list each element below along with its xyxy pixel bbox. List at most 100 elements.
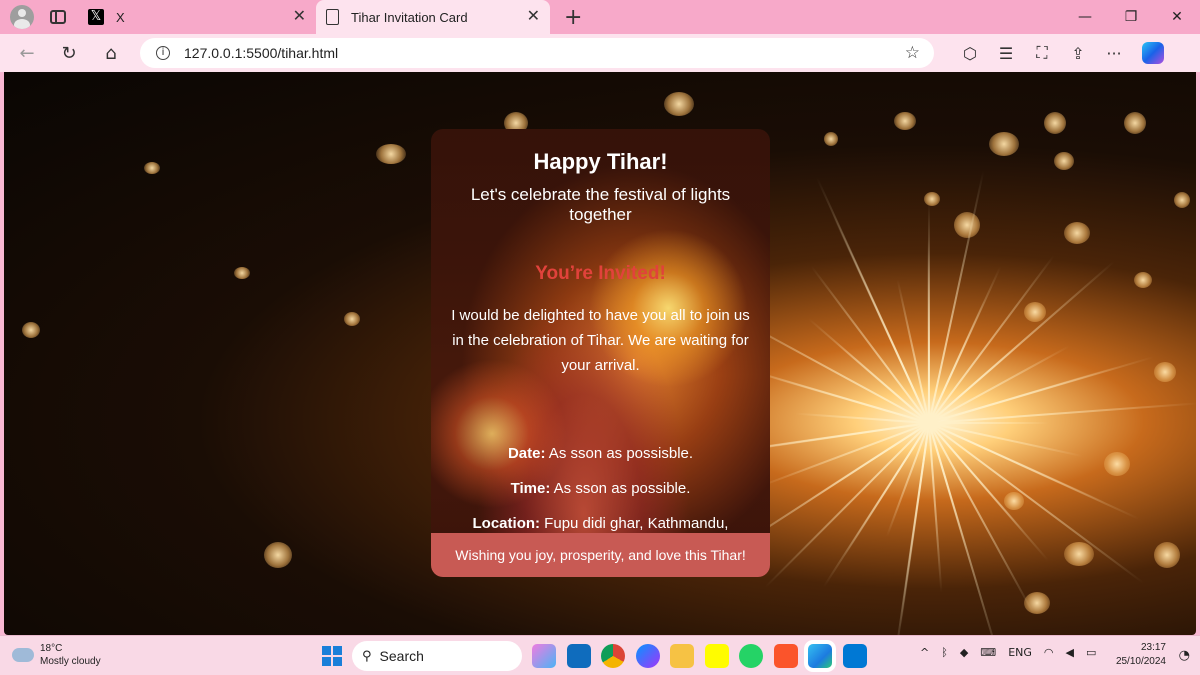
bokeh-light xyxy=(1134,272,1152,288)
brave-icon[interactable] xyxy=(773,644,798,668)
outlook-icon[interactable] xyxy=(566,644,591,668)
profile-avatar-icon[interactable] xyxy=(10,5,34,29)
whatsapp-icon[interactable] xyxy=(739,644,763,668)
restore-icon[interactable]: ❐ xyxy=(1108,9,1154,25)
favorite-star-icon[interactable]: ☆ xyxy=(905,43,920,63)
sparkler-ray xyxy=(822,422,930,588)
sparkler-ray xyxy=(764,422,930,589)
weather-widget[interactable]: 18°C Mostly cloudy xyxy=(12,642,101,668)
copilot-icon[interactable] xyxy=(1142,42,1164,64)
toolbar-icons: ⬡ ☰ ⛶ ⇪ ··· xyxy=(952,43,1132,63)
card-title: Happy Tihar! xyxy=(533,149,668,174)
reload-icon[interactable]: ↻ xyxy=(54,38,84,68)
date-line: Date: As sson as possisble. xyxy=(451,441,750,466)
bokeh-light xyxy=(1044,112,1066,134)
cloud-icon xyxy=(12,642,34,662)
extensions-icon[interactable]: ⬡ xyxy=(952,44,988,63)
copilot-app-icon[interactable] xyxy=(532,644,556,668)
messenger-icon[interactable] xyxy=(635,644,660,668)
site-info-icon[interactable]: i xyxy=(156,46,170,60)
bokeh-light xyxy=(664,92,694,116)
minimize-icon[interactable]: — xyxy=(1062,9,1108,25)
x-logo-icon: 𝕏 xyxy=(88,9,104,25)
system-tray: ^ ᛒ ◆ ⌨ ENG ◠ ◀ ▭ xyxy=(920,646,1108,659)
wifi-icon[interactable]: ◠ xyxy=(1044,646,1054,659)
page-viewport: Happy Tihar! Let's celebrate the festiva… xyxy=(4,72,1196,635)
bokeh-light xyxy=(234,267,250,279)
search-label: Search xyxy=(379,648,424,664)
clock-time: 23:17 xyxy=(1140,642,1166,653)
bokeh-light xyxy=(1064,222,1090,244)
bokeh-light xyxy=(954,212,980,238)
location-label: Location: xyxy=(472,515,541,532)
edge-icon[interactable] xyxy=(808,644,832,668)
bokeh-light xyxy=(1004,492,1024,510)
screenshot-icon[interactable]: ⛶ xyxy=(1024,43,1060,63)
bokeh-light xyxy=(824,132,838,146)
tab-actions-icon[interactable] xyxy=(50,10,66,24)
sparkler-ray xyxy=(928,266,1002,424)
app-tray-icon[interactable]: ◆ xyxy=(960,646,968,659)
pinned-apps xyxy=(532,644,877,668)
volume-icon[interactable]: ◀ xyxy=(1066,646,1074,659)
bokeh-light xyxy=(924,192,940,206)
weather-temperature: 18°C xyxy=(40,643,63,654)
bokeh-light xyxy=(1154,362,1176,382)
favorites-icon[interactable]: ☰ xyxy=(988,44,1024,63)
time-value: As sson as possible. xyxy=(550,480,691,497)
chrome-icon[interactable] xyxy=(601,644,625,668)
bokeh-light xyxy=(264,542,292,568)
taskbar-search[interactable]: ⚲ Search xyxy=(352,641,522,671)
card-footer: Wishing you joy, prosperity, and love th… xyxy=(431,533,770,577)
home-icon[interactable]: ⌂ xyxy=(96,38,126,68)
bokeh-light xyxy=(1064,542,1094,566)
bokeh-light xyxy=(144,162,160,174)
time-label: Time: xyxy=(510,480,551,497)
clock-date: 25/10/2024 xyxy=(1115,656,1166,667)
taskbar-clock[interactable]: 23:17 25/10/2024 xyxy=(1116,641,1166,669)
share-icon[interactable]: ⇪ xyxy=(1060,44,1096,63)
bokeh-light xyxy=(376,144,406,164)
chevron-up-icon[interactable]: ^ xyxy=(920,646,929,659)
date-value: As sson as possisble. xyxy=(545,445,694,462)
weather-description: Mostly cloudy xyxy=(40,656,101,667)
sparkler-ray xyxy=(928,422,1036,616)
sparkler-ray xyxy=(928,402,1196,424)
bokeh-light xyxy=(1024,302,1046,322)
back-arrow-icon[interactable]: ← xyxy=(12,38,42,68)
notification-bell-icon[interactable]: ◔ xyxy=(1179,648,1190,663)
window-controls: — ❐ ✕ xyxy=(1062,0,1200,34)
more-options-icon[interactable]: ··· xyxy=(1096,44,1132,63)
time-line: Time: As sson as possible. xyxy=(451,476,750,501)
tab-x[interactable]: 𝕏 X ✕ xyxy=(80,0,316,34)
bokeh-light xyxy=(989,132,1019,156)
windows-taskbar: 18°C Mostly cloudy ⚲ Search ^ ᛒ ◆ ⌨ ENG … xyxy=(0,635,1200,675)
new-tab-button[interactable]: + xyxy=(564,5,582,30)
sparkler-ray xyxy=(808,318,930,424)
bokeh-light xyxy=(894,112,916,130)
bokeh-light xyxy=(1054,152,1074,170)
browser-toolbar: ← ↻ ⌂ i 127.0.0.1:5500/tihar.html ☆ ⬡ ☰ … xyxy=(0,34,1200,72)
sparkler-ray xyxy=(928,202,930,423)
tab-title: Tihar Invitation Card xyxy=(351,9,468,25)
search-icon: ⚲ xyxy=(362,648,372,664)
file-explorer-icon[interactable] xyxy=(670,644,694,668)
url-text[interactable]: 127.0.0.1:5500/tihar.html xyxy=(184,45,338,61)
close-tab-icon[interactable]: ✕ xyxy=(527,8,540,24)
tab-title: X xyxy=(116,9,125,25)
bokeh-light xyxy=(1124,112,1146,134)
keyboard-icon[interactable]: ⌨ xyxy=(980,646,996,659)
date-label: Date: xyxy=(507,445,546,462)
language-indicator[interactable]: ENG xyxy=(1008,646,1032,659)
bokeh-light xyxy=(1104,452,1130,476)
tab-tihar-invitation[interactable]: Tihar Invitation Card ✕ xyxy=(316,0,550,34)
sparkler-ray xyxy=(928,345,1070,424)
close-tab-icon[interactable]: ✕ xyxy=(293,8,306,24)
address-bar[interactable]: i 127.0.0.1:5500/tihar.html ☆ xyxy=(140,38,934,68)
close-window-icon[interactable]: ✕ xyxy=(1154,9,1200,25)
vscode-icon[interactable] xyxy=(842,644,867,668)
bluetooth-icon[interactable]: ᛒ xyxy=(941,646,948,659)
snapchat-icon[interactable] xyxy=(704,644,729,668)
windows-start-icon[interactable] xyxy=(322,646,342,666)
battery-icon[interactable]: ▭ xyxy=(1086,646,1096,659)
